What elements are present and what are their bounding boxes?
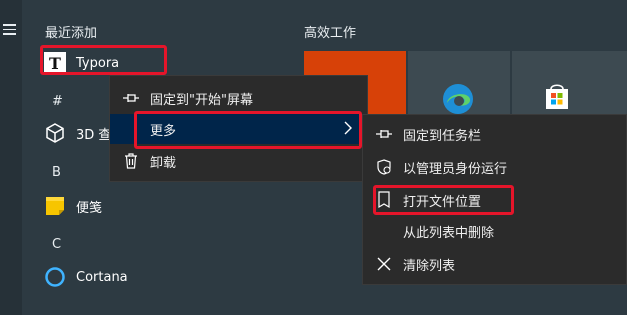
highlight-box-typora (40, 45, 167, 75)
sticky-notes-icon (44, 195, 66, 217)
app-label-3d-viewer: 3D 查 (76, 127, 112, 143)
menu-item-pin-to-start[interactable]: 固定到"开始"屏幕 (110, 83, 367, 113)
store-icon (542, 81, 572, 115)
section-header-c: C (52, 237, 62, 252)
section-header-recent: 最近添加 (45, 26, 98, 41)
shield-icon (375, 158, 393, 176)
menu-item-label: 卸载 (150, 155, 177, 171)
tile-group-title: 高效工作 (304, 26, 357, 41)
submenu-item-remove-from-list[interactable]: 从此列表中删除 (363, 216, 626, 246)
app-item-sticky-notes[interactable]: 便笺 (44, 192, 102, 220)
menu-item-label: 固定到"开始"屏幕 (150, 92, 253, 108)
app-item-cortana[interactable]: Cortana (44, 263, 128, 291)
section-header-b: B (52, 165, 61, 180)
pin-icon (122, 89, 140, 107)
trash-icon (122, 152, 140, 170)
submenu-item-label: 清除列表 (403, 258, 456, 274)
submenu-item-run-as-admin[interactable]: 以管理员身份运行 (363, 152, 626, 182)
submenu-item-label: 从此列表中删除 (403, 225, 495, 241)
submenu-item-pin-to-taskbar[interactable]: 固定到任务栏 (363, 119, 626, 149)
highlight-box-more (134, 111, 362, 149)
start-rail (0, 0, 22, 315)
pin-icon (375, 125, 393, 143)
section-header-hash: # (52, 94, 63, 109)
close-icon (375, 255, 393, 273)
app-label-cortana: Cortana (76, 269, 128, 285)
app-label-sticky-notes: 便笺 (76, 200, 103, 216)
cortana-icon (44, 266, 66, 288)
app-item-3d-viewer[interactable]: 3D 查 (44, 119, 111, 147)
submenu-item-clear-list[interactable]: 清除列表 (363, 249, 626, 279)
menu-item-uninstall[interactable]: 卸载 (110, 146, 367, 176)
submenu-item-label: 固定到任务栏 (403, 128, 482, 144)
hamburger-menu-icon[interactable] (3, 24, 16, 35)
cube-icon (44, 122, 66, 144)
submenu-item-label: 以管理员身份运行 (403, 161, 508, 177)
highlight-box-open-file-location (373, 185, 514, 215)
